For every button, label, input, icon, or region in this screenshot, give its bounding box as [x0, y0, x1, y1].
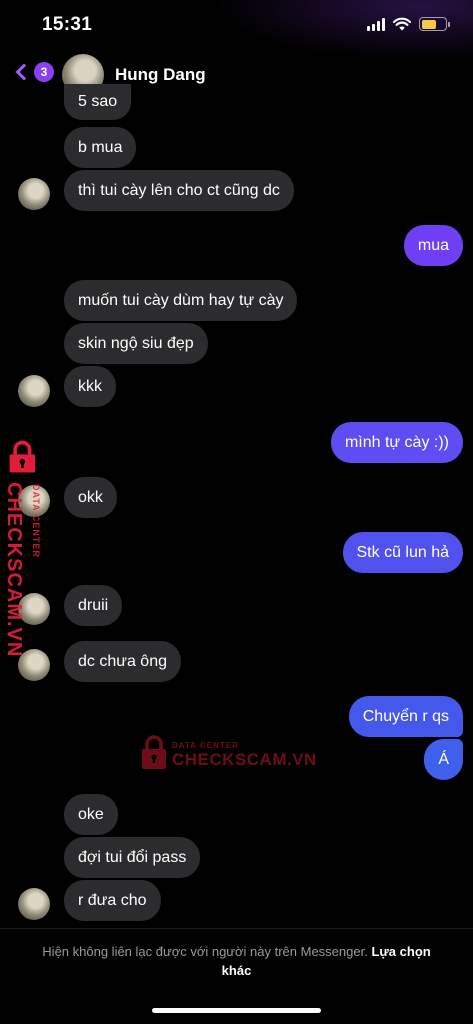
message-bubble-incoming[interactable]: thì tui cày lên cho ct cũng dc [64, 170, 294, 211]
sender-avatar[interactable] [18, 375, 50, 407]
sender-avatar[interactable] [18, 178, 50, 210]
message-bubble-incoming[interactable]: muốn tui cày dùm hay tự cày [64, 280, 298, 321]
unavailable-notice: Hiện không liên lạc được với người này t… [30, 942, 443, 980]
message-bubble-incoming[interactable]: dc chưa ông [64, 641, 181, 682]
message-bubble-outgoing[interactable]: mình tự cày :)) [330, 422, 463, 463]
watermark-center: DATA CENTER CHECKSCAM.VN [140, 735, 316, 775]
message-bubble-incoming[interactable]: oke [64, 794, 118, 835]
status-bar: 15:31 [0, 0, 473, 60]
watermark-lock-icon [142, 735, 166, 769]
message-bubble-outgoing[interactable]: Stk cũ lun hả [342, 532, 463, 573]
message-bubble-incoming[interactable]: r đưa cho [64, 880, 161, 921]
message-bubble-outgoing[interactable]: Á [424, 739, 463, 780]
status-icons [367, 17, 450, 31]
watermark-subtitle: DATA CENTER [172, 741, 239, 750]
cellular-signal-icon [367, 17, 385, 31]
sender-avatar[interactable] [18, 888, 50, 920]
message-bubble-incoming[interactable]: b mua [64, 127, 137, 168]
home-indicator[interactable] [152, 1008, 321, 1013]
watermark-brand: CHECKSCAM.VN [172, 750, 317, 769]
message-bubble-incoming[interactable]: đợi tui đổi pass [64, 837, 201, 878]
message-bubble-incoming[interactable]: 5 sao [64, 84, 132, 120]
watermark-brand: CHECKSCAM.VN [3, 482, 25, 658]
watermark-subtitle: DATA CENTER [31, 484, 41, 558]
message-bubble-outgoing[interactable]: Chuyển r qs [348, 696, 463, 737]
message-bubble-incoming[interactable]: skin ngộ siu đẹp [64, 323, 208, 364]
unread-count-badge: 3 [34, 62, 54, 82]
battery-icon [419, 17, 450, 31]
message-bubble-incoming[interactable]: druii [64, 585, 123, 626]
message-bubble-incoming[interactable]: kkk [64, 366, 116, 407]
chevron-left-icon [15, 63, 33, 81]
wifi-icon [393, 17, 411, 31]
back-button[interactable]: 3 [12, 62, 54, 82]
watermark-lock-icon [9, 440, 36, 473]
message-bubble-incoming[interactable]: okk [64, 477, 117, 518]
message-bubble-outgoing[interactable]: mua [403, 225, 463, 266]
notice-text: Hiện không liên lạc được với người này t… [42, 944, 368, 959]
footer-divider [0, 928, 473, 929]
contact-name[interactable]: Hung Dang [115, 65, 206, 85]
status-time: 15:31 [42, 14, 93, 35]
